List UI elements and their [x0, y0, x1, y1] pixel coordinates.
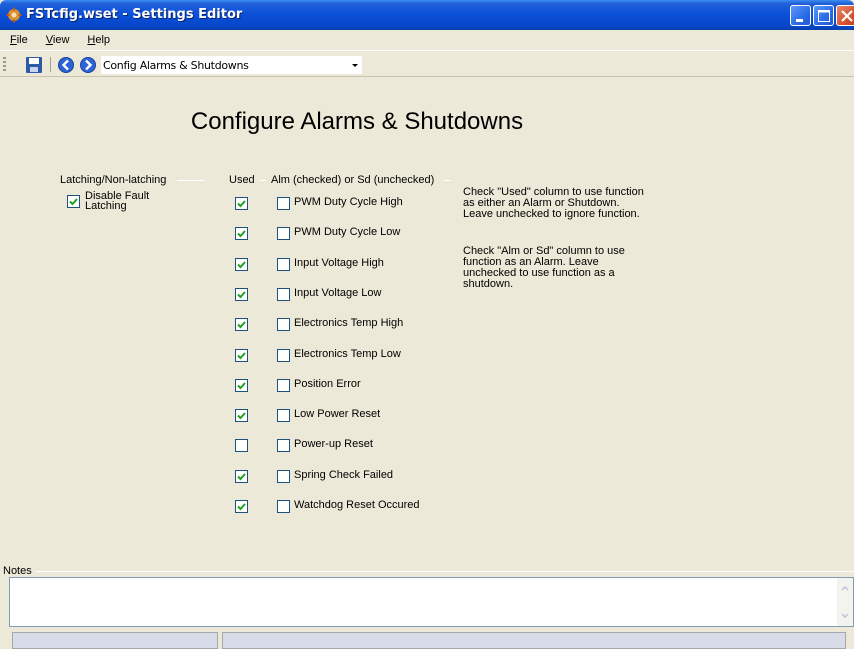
close-button[interactable]: [836, 5, 854, 26]
title-bar[interactable]: FSTcfig.wset - Settings Editor: [0, 0, 854, 30]
used-checkbox[interactable]: [235, 469, 248, 483]
used-checkbox[interactable]: [235, 378, 248, 392]
used-header: Used: [229, 174, 255, 186]
function-label: Input Voltage Low: [294, 286, 382, 299]
checkmark-icon: [237, 412, 246, 420]
disable-fault-latching-label-line2: Latching: [85, 200, 127, 212]
app-icon: [6, 7, 22, 23]
status-panel-right: [222, 632, 846, 649]
checkmark-icon: [237, 503, 246, 511]
disable-fault-latching-checkbox[interactable]: [67, 195, 80, 208]
header-divider: [444, 180, 451, 181]
used-help-text: Check "Used" column to use function as e…: [463, 187, 663, 220]
header-divider: [177, 180, 204, 181]
used-checkbox[interactable]: [235, 287, 248, 301]
checkmark-icon: [237, 351, 246, 359]
minimize-button[interactable]: [790, 5, 811, 26]
function-label: Electronics Temp High: [294, 317, 404, 330]
alarm-checkbox[interactable]: [277, 257, 290, 271]
notes-label: Notes: [3, 565, 32, 577]
function-label: PWM Duty Cycle Low: [294, 226, 401, 239]
alarm-checkbox[interactable]: [277, 348, 290, 362]
toolbar: Config Alarms & Shutdowns: [0, 52, 854, 77]
maximize-button[interactable]: [813, 5, 834, 26]
alarm-checkbox[interactable]: [277, 378, 290, 392]
alarm-checkbox[interactable]: [277, 500, 290, 513]
page-title: Configure Alarms & Shutdowns: [190, 108, 524, 135]
close-icon: [841, 10, 853, 22]
notes-scrollbar[interactable]: [837, 578, 853, 626]
checkmark-icon: [237, 473, 246, 481]
minimize-icon: [796, 19, 803, 22]
main-panel: Configure Alarms & Shutdowns Latching/No…: [0, 78, 854, 558]
checkmark-icon: [69, 198, 78, 206]
chevron-down-icon[interactable]: [348, 56, 362, 74]
save-icon[interactable]: [25, 56, 43, 74]
menu-file-label: ile: [16, 34, 28, 46]
used-checkbox[interactable]: [235, 409, 248, 423]
function-label: Power-up Reset: [294, 438, 373, 451]
latching-header: Latching/Non-latching: [60, 174, 167, 186]
used-checkbox[interactable]: [235, 348, 248, 362]
function-label: Position Error: [294, 377, 361, 390]
disable-fault-latching-label: Disable Fault Latching: [85, 191, 149, 212]
used-checkbox[interactable]: [235, 257, 248, 271]
checkmark-icon: [237, 260, 246, 269]
help-line: shutdown.: [463, 278, 514, 290]
alarm-checkbox[interactable]: [277, 439, 290, 453]
used-checkbox[interactable]: [235, 500, 248, 513]
alarm-checkbox[interactable]: [277, 287, 290, 301]
alarm-checkbox[interactable]: [277, 469, 290, 483]
alm-sd-help-text: Check "Alm or Sd" column to use function…: [463, 246, 663, 290]
function-label: Low Power Reset: [294, 408, 381, 421]
used-checkbox[interactable]: [235, 439, 248, 453]
menu-help-label: elp: [95, 34, 111, 46]
toolbar-grip[interactable]: [3, 57, 6, 72]
page-select-value: Config Alarms & Shutdowns: [103, 59, 249, 72]
checkmark-icon: [237, 321, 246, 329]
alarm-checkbox[interactable]: [277, 409, 290, 423]
used-checkbox[interactable]: [235, 227, 248, 241]
menu-file-mnemonic: F: [10, 34, 17, 46]
function-label: Spring Check Failed: [294, 468, 394, 481]
used-checkbox[interactable]: [235, 318, 248, 332]
header-divider: [260, 180, 266, 181]
alarm-checkbox[interactable]: [277, 227, 290, 241]
alarm-checkbox[interactable]: [277, 318, 290, 332]
alm-sd-header: Alm (checked) or Sd (unchecked): [271, 174, 435, 186]
notes-textarea[interactable]: [9, 577, 854, 627]
scroll-arrows-icon[interactable]: [837, 578, 853, 626]
help-line: Leave unchecked to ignore function.: [463, 208, 640, 220]
alarm-checkbox[interactable]: [277, 197, 290, 210]
menu-view[interactable]: View: [46, 34, 70, 46]
menu-view-mnemonic: V: [45, 34, 53, 46]
notes-divider: [36, 571, 854, 572]
checkmark-icon: [237, 200, 246, 208]
back-arrow-icon[interactable]: [57, 56, 75, 74]
menu-file[interactable]: File: [10, 34, 28, 46]
menu-view-label: iew: [52, 34, 70, 46]
menu-bar: File View Help: [0, 30, 854, 51]
function-label: Watchdog Reset Occured: [294, 499, 420, 511]
page-select[interactable]: Config Alarms & Shutdowns: [101, 56, 362, 74]
function-label: Electronics Temp Low: [294, 347, 401, 360]
window-title: FSTcfig.wset - Settings Editor: [26, 7, 243, 22]
checkmark-icon: [237, 291, 246, 299]
used-checkbox[interactable]: [235, 197, 248, 210]
maximize-icon: [818, 10, 830, 22]
function-label: Input Voltage High: [294, 256, 384, 269]
status-panel-left: [12, 632, 218, 649]
forward-arrow-icon[interactable]: [79, 56, 97, 74]
menu-help[interactable]: Help: [87, 34, 110, 46]
checkmark-icon: [237, 382, 246, 390]
checkmark-icon: [237, 230, 246, 238]
function-label: PWM Duty Cycle High: [294, 196, 403, 208]
toolbar-separator: [50, 57, 51, 72]
status-bar: [0, 629, 854, 649]
